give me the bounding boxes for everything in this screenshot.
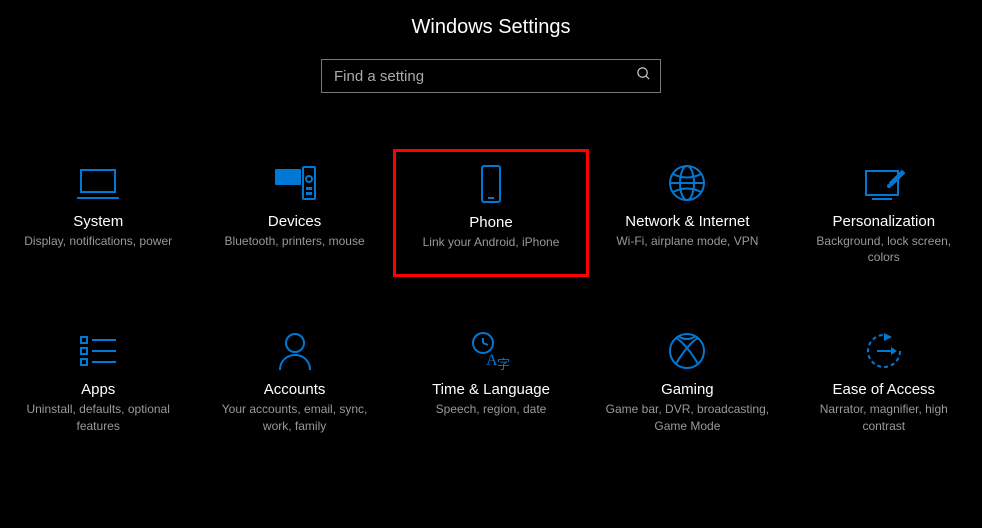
apps-icon bbox=[78, 329, 118, 373]
tile-personalization[interactable]: Personalization Background, lock screen,… bbox=[786, 149, 982, 277]
phone-icon bbox=[479, 162, 503, 206]
tile-desc: Bluetooth, printers, mouse bbox=[225, 233, 365, 249]
tile-devices[interactable]: Devices Bluetooth, printers, mouse bbox=[196, 149, 392, 277]
tile-desc: Display, notifications, power bbox=[24, 233, 172, 249]
devices-icon bbox=[273, 161, 317, 205]
person-icon bbox=[277, 329, 313, 373]
settings-grid: System Display, notifications, power Dev… bbox=[0, 93, 982, 446]
xbox-icon bbox=[667, 329, 707, 373]
tile-title: Ease of Access bbox=[833, 381, 936, 398]
tile-desc: Narrator, magnifier, high contrast bbox=[799, 401, 969, 433]
tile-accounts[interactable]: Accounts Your accounts, email, sync, wor… bbox=[196, 317, 392, 445]
tile-title: Apps bbox=[81, 381, 115, 398]
tile-title: Time & Language bbox=[432, 381, 550, 398]
ease-of-access-icon bbox=[864, 329, 904, 373]
tile-apps[interactable]: Apps Uninstall, defaults, optional featu… bbox=[0, 317, 196, 445]
tile-title: Personalization bbox=[833, 213, 936, 230]
header: Windows Settings bbox=[0, 0, 982, 93]
globe-icon bbox=[667, 161, 707, 205]
search-container bbox=[321, 59, 661, 93]
time-language-icon: A 字 bbox=[470, 329, 512, 373]
tile-title: Network & Internet bbox=[625, 213, 749, 230]
page-title: Windows Settings bbox=[0, 16, 982, 39]
tile-ease-of-access[interactable]: Ease of Access Narrator, magnifier, high… bbox=[786, 317, 982, 445]
tile-desc: Link your Android, iPhone bbox=[423, 234, 560, 250]
tile-desc: Uninstall, defaults, optional features bbox=[13, 401, 183, 433]
tile-network[interactable]: Network & Internet Wi-Fi, airplane mode,… bbox=[589, 149, 785, 277]
display-icon bbox=[77, 161, 119, 205]
tile-time-language[interactable]: A 字 Time & Language Speech, region, date bbox=[393, 317, 589, 445]
tile-gaming[interactable]: Gaming Game bar, DVR, broadcasting, Game… bbox=[589, 317, 785, 445]
tile-phone[interactable]: Phone Link your Android, iPhone bbox=[393, 149, 589, 277]
search-input[interactable] bbox=[321, 59, 661, 93]
tile-desc: Game bar, DVR, broadcasting, Game Mode bbox=[602, 401, 772, 433]
tile-title: Accounts bbox=[264, 381, 326, 398]
tile-desc: Wi-Fi, airplane mode, VPN bbox=[616, 233, 758, 249]
tile-title: System bbox=[73, 213, 123, 230]
tile-title: Phone bbox=[469, 214, 512, 231]
tile-title: Gaming bbox=[661, 381, 714, 398]
personalization-icon bbox=[862, 161, 906, 205]
tile-system[interactable]: System Display, notifications, power bbox=[0, 149, 196, 277]
tile-desc: Background, lock screen, colors bbox=[799, 233, 969, 265]
tile-title: Devices bbox=[268, 213, 321, 230]
tile-desc: Your accounts, email, sync, work, family bbox=[210, 401, 380, 433]
svg-text:字: 字 bbox=[497, 357, 510, 371]
tile-desc: Speech, region, date bbox=[436, 401, 547, 417]
